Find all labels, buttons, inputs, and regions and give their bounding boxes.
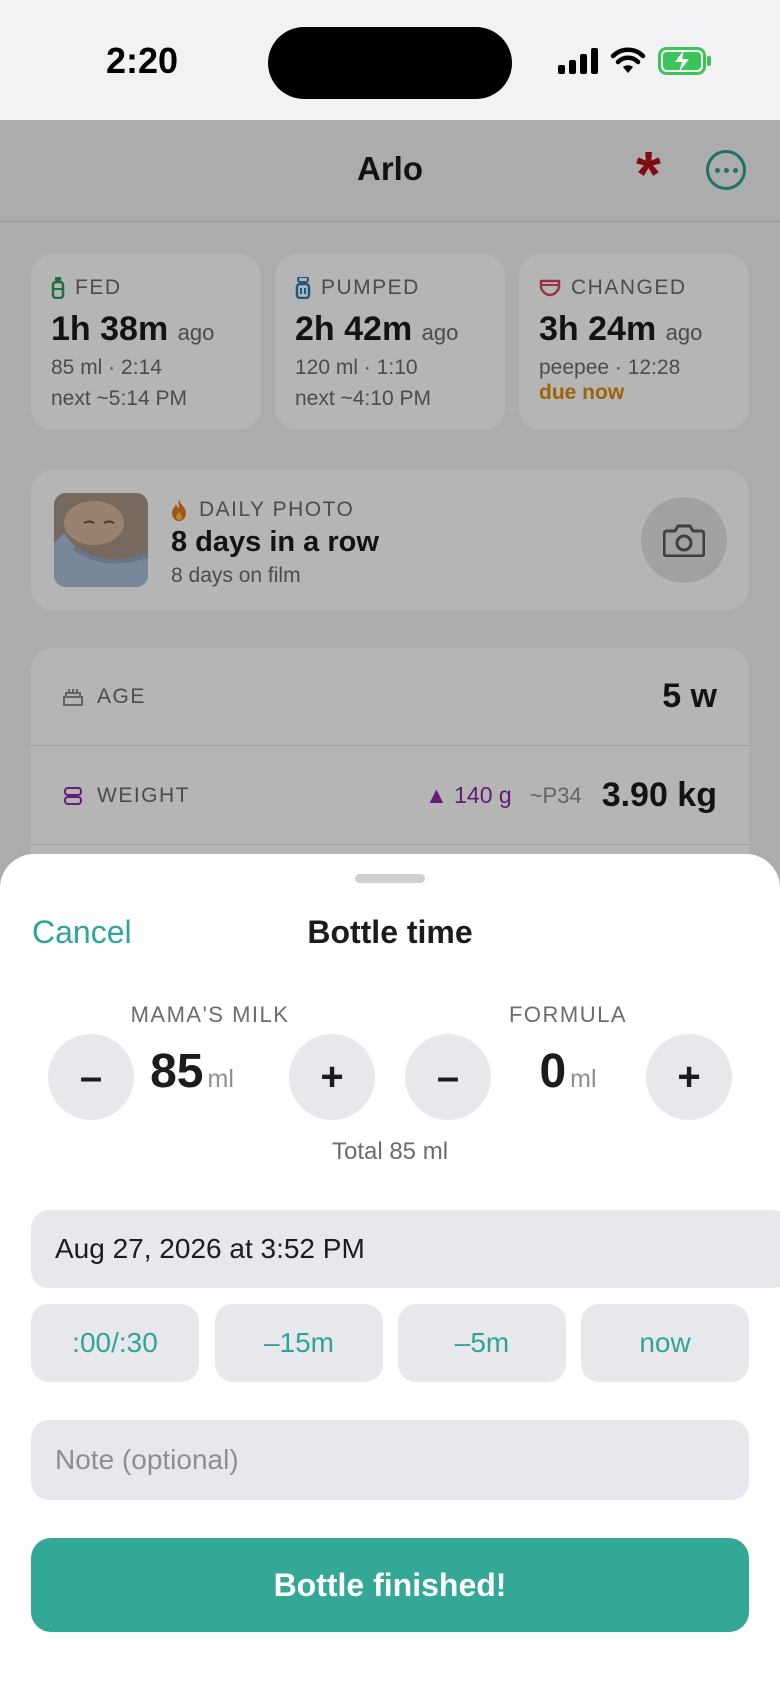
now-button[interactable]: now [581, 1304, 749, 1382]
formula-decrement-button[interactable]: – [405, 1034, 491, 1120]
battery-charging-icon [658, 47, 711, 75]
status-time: 2:20 [106, 40, 179, 81]
signal-icon [558, 48, 598, 74]
formula-amount: 0 ml [498, 1044, 638, 1099]
sheet-title: Bottle time [307, 914, 473, 950]
formula-label: FORMULA [508, 1002, 628, 1027]
bottle-finished-button[interactable]: Bottle finished! [31, 1538, 749, 1632]
formula-value: 0 [539, 1045, 567, 1098]
mamas-milk-increment-button[interactable]: + [289, 1034, 375, 1120]
total-amount: Total 85 ml [331, 1138, 449, 1165]
mamas-milk-amount: 85 ml [122, 1044, 262, 1099]
sheet-grabber[interactable] [355, 874, 425, 883]
status-bar: 2:20 [0, 0, 780, 120]
status-icons [558, 44, 712, 78]
dynamic-island [268, 27, 512, 99]
minus-15m-button[interactable]: –15m [215, 1304, 383, 1382]
mamas-milk-unit: ml [207, 1065, 234, 1093]
wifi-icon [610, 47, 646, 73]
datetime-picker[interactable]: Aug 27, 2026 at 3:52 PM [31, 1210, 780, 1288]
mamas-milk-value: 85 [150, 1045, 204, 1098]
formula-increment-button[interactable]: + [646, 1034, 732, 1120]
formula-unit: ml [570, 1065, 597, 1093]
note-input[interactable]: Note (optional) [31, 1420, 749, 1500]
bottle-sheet: Cancel Bottle time MAMA'S MILK – 85 ml + … [0, 854, 780, 1696]
minus-5m-button[interactable]: –5m [398, 1304, 566, 1382]
round-time-button[interactable]: :00/:30 [31, 1304, 199, 1382]
mamas-milk-label: MAMA'S MILK [130, 1002, 290, 1027]
